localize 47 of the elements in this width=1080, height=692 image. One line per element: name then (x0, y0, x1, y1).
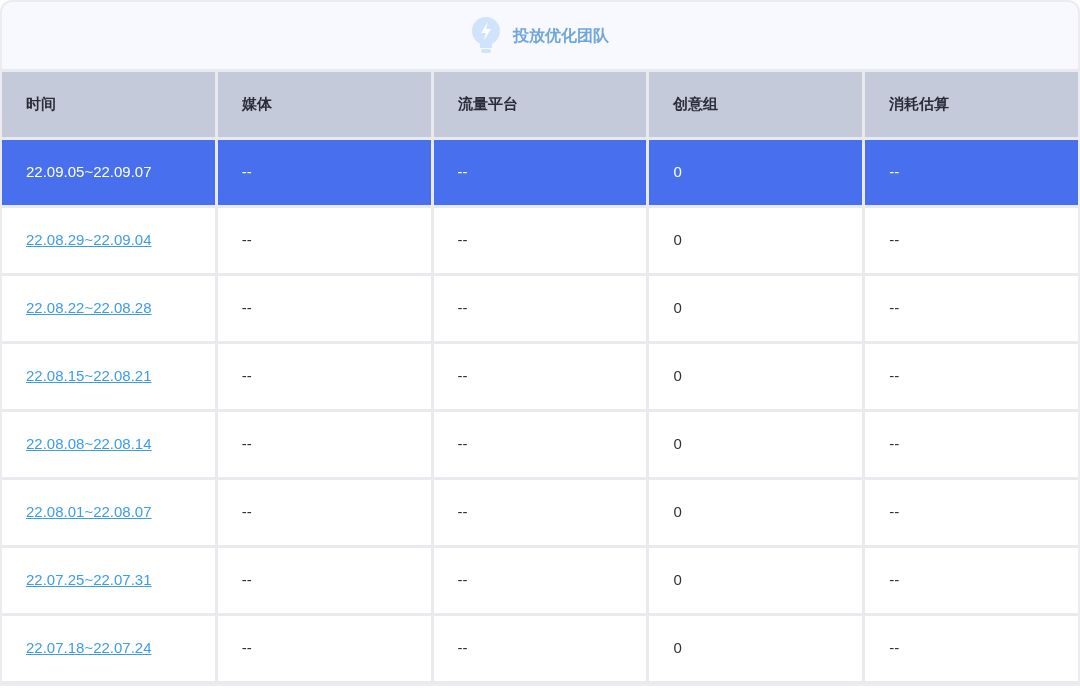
cell-text: -- (457, 502, 468, 523)
cell-text: -- (457, 366, 468, 387)
cell-text: 0 (673, 298, 682, 319)
cell-text: -- (241, 366, 252, 387)
date-range-link[interactable]: 22.08.15~22.08.21 (26, 365, 152, 388)
column-header: 时间 (2, 72, 215, 137)
date-range-link[interactable]: 22.08.29~22.09.04 (26, 229, 152, 252)
cell-text: -- (241, 434, 252, 455)
cell-text: 0 (673, 638, 682, 659)
cell-text: 0 (673, 502, 682, 523)
cell-text: -- (457, 570, 468, 591)
date-range-link[interactable]: 22.08.22~22.08.28 (26, 297, 152, 320)
column-header: 媒体 (217, 72, 431, 137)
date-range-link[interactable]: 22.07.18~22.07.24 (26, 637, 152, 660)
cell-text: 0 (673, 162, 682, 183)
cell-text: -- (889, 162, 900, 183)
date-range-link[interactable]: 22.08.01~22.08.07 (26, 501, 152, 524)
cell-text: -- (457, 162, 468, 183)
lightbulb-icon (471, 15, 501, 56)
column-header: 流量平台 (433, 72, 647, 137)
cell-text: 0 (673, 366, 682, 387)
cell-text: 22.09.05~22.09.07 (26, 162, 152, 183)
cell-text: -- (457, 638, 468, 659)
team-title: 投放优化团队 (513, 25, 609, 46)
cell-text: -- (241, 502, 252, 523)
cell-text: -- (241, 162, 252, 183)
date-range-link[interactable]: 22.07.25~22.07.31 (26, 569, 152, 592)
cell-text: -- (241, 298, 252, 319)
cell-text: -- (457, 230, 468, 251)
cell-text: -- (889, 230, 900, 251)
cell-text: -- (889, 298, 900, 319)
cell-text: 0 (673, 570, 682, 591)
cell-text: -- (241, 230, 252, 251)
cell-text: -- (889, 502, 900, 523)
cell-text: -- (457, 298, 468, 319)
cell-text: -- (889, 366, 900, 387)
cell-text: 0 (673, 230, 682, 251)
cell-text: -- (889, 638, 900, 659)
cell-text: -- (889, 434, 900, 455)
cell-text: 0 (673, 434, 682, 455)
cell-text: -- (241, 638, 252, 659)
cell-text: -- (241, 570, 252, 591)
column-header: 消耗估算 (865, 72, 1078, 137)
cell-text: -- (457, 434, 468, 455)
date-range-link[interactable]: 22.08.08~22.08.14 (26, 433, 152, 456)
cell-text: -- (889, 570, 900, 591)
column-header: 创意组 (649, 72, 863, 137)
